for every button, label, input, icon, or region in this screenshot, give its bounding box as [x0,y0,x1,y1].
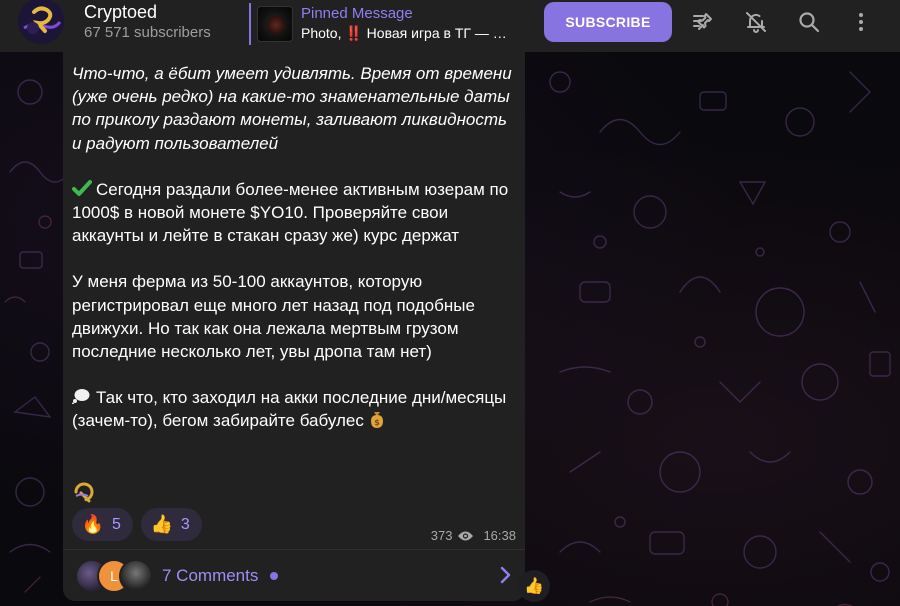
channel-title[interactable]: Cryptoed [84,2,157,23]
comments-bar[interactable]: L 7 Comments [63,549,525,601]
pinned-preview: Photo, ‼️ Новая игра в ТГ — … [301,25,507,41]
post-paragraph-2: Сегодня раздали более-менее активным юзе… [72,178,518,248]
pinned-label: Pinned Message [301,5,413,22]
comments-count-label: 7 Comments [162,566,259,585]
reaction-count: 5 [112,515,121,533]
unread-dot [270,572,278,580]
avatar [119,559,153,593]
post-paragraph-4-text: Так что, кто заходил на акки последние д… [72,388,507,431]
pinned-thumbnail [257,6,293,42]
search-icon[interactable] [795,8,823,36]
check-mark-icon [72,179,92,196]
chat-header: Cryptoed 67 571 subscribers Pinned Messa… [0,0,900,52]
svg-text:$: $ [374,418,380,427]
subscribe-button[interactable]: SUBSCRIBE [544,2,672,42]
channel-avatar[interactable] [18,0,64,44]
unpin-list-icon[interactable] [689,8,717,36]
channel-signature-logo-icon [74,482,94,503]
reaction-fire[interactable]: 🔥 5 [72,508,133,541]
commenter-avatars: L [75,559,155,593]
post-paragraph-4: Так что, кто заходил на акки последние д… [72,386,518,432]
pinned-message-bar[interactable]: Pinned Message Photo, ‼️ Новая игра в ТГ… [249,3,529,45]
reactions-row: 🔥 5 👍 3 [72,508,202,541]
post-meta: 373 16:38 [431,528,516,543]
money-bag-icon: $ [370,412,383,429]
fire-icon: 🔥 [81,514,105,534]
thumbs-up-icon: 👍 [150,514,174,534]
post-text: Что-что, а ёбит умеет удивлять. Время от… [72,62,518,433]
view-count: 373 [430,528,453,543]
channel-post-bubble[interactable]: Что-что, а ёбит умеет удивлять. Время от… [63,52,525,549]
thought-bubble-icon [72,389,90,405]
post-paragraph-2-text: Сегодня раздали более-менее активным юзе… [72,179,509,246]
post-paragraph-1: Что-что, а ёбит умеет удивлять. Время от… [72,64,512,153]
subscriber-count: 67 571 subscribers [84,24,211,41]
chevron-right-icon [500,566,511,584]
post-paragraph-3: У меня ферма из 50-100 аккаунтов, котору… [72,272,475,362]
quick-reaction-button[interactable]: 👍 [518,570,550,602]
post-time: 16:38 [483,528,516,543]
reaction-thumbs-up[interactable]: 👍 3 [140,508,202,541]
more-vert-icon[interactable] [847,8,875,36]
eye-icon [458,531,474,540]
channel-logo-icon [18,0,64,44]
reaction-count: 3 [180,515,190,533]
bell-off-icon[interactable] [742,8,770,36]
